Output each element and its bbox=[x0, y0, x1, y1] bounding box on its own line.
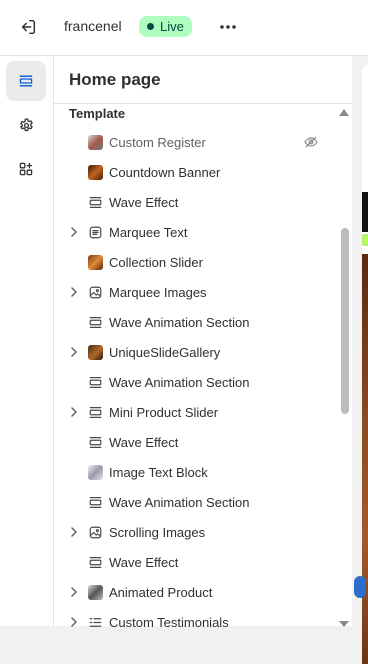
section-item-label: Marquee Text bbox=[109, 225, 188, 240]
section-item-label: Wave Animation Section bbox=[109, 375, 250, 390]
section-item-wave-animation-section[interactable]: Wave Animation Section bbox=[54, 307, 339, 337]
image-thumbnail-icon bbox=[87, 164, 103, 180]
section-item-countdown-banner[interactable]: Countdown Banner bbox=[54, 157, 339, 187]
eye-off-icon[interactable] bbox=[302, 133, 320, 151]
image-thumbnail-icon bbox=[87, 584, 103, 600]
section-item-wave-effect[interactable]: Wave Effect bbox=[54, 547, 339, 577]
section-item-label: Wave Effect bbox=[109, 435, 179, 450]
divider bbox=[54, 103, 352, 104]
chevron-right-icon[interactable] bbox=[68, 406, 80, 418]
exit-button[interactable] bbox=[16, 15, 40, 39]
preview-frame bbox=[362, 64, 368, 664]
image-thumbnail-icon bbox=[87, 344, 103, 360]
scrollbar-thumb[interactable] bbox=[341, 228, 349, 414]
page-title: Home page bbox=[69, 70, 161, 89]
section-icon bbox=[87, 494, 103, 510]
chevron-right-icon[interactable] bbox=[68, 286, 80, 298]
section-item-custom-testimonials[interactable]: Custom Testimonials bbox=[54, 607, 339, 637]
live-dot-icon bbox=[147, 23, 154, 30]
rail-theme-settings-button[interactable] bbox=[6, 105, 46, 145]
preview-floating-button[interactable] bbox=[354, 576, 366, 598]
image-icon bbox=[87, 524, 103, 540]
list-icon bbox=[87, 614, 103, 630]
apps-icon bbox=[19, 162, 33, 176]
section-item-label: Mini Product Slider bbox=[109, 405, 219, 420]
image-thumbnail-icon bbox=[87, 464, 103, 480]
image-icon bbox=[87, 284, 103, 300]
section-item-wave-animation-section[interactable]: Wave Animation Section bbox=[54, 367, 339, 397]
section-item-label: UniqueSlideGallery bbox=[109, 345, 221, 360]
section-item-label: Wave Effect bbox=[109, 195, 179, 210]
status-badge-label: Live bbox=[160, 19, 184, 34]
section-item-label: Custom Register bbox=[109, 135, 206, 150]
section-item-wave-effect[interactable]: Wave Effect bbox=[54, 427, 339, 457]
section-item-label: Animated Product bbox=[109, 585, 213, 600]
section-item-marquee-images[interactable]: Marquee Images bbox=[54, 277, 339, 307]
chevron-right-icon[interactable] bbox=[68, 616, 80, 628]
section-item-mini-product-slider[interactable]: Mini Product Slider bbox=[54, 397, 339, 427]
section-item-label: Scrolling Images bbox=[109, 525, 206, 540]
sections-panel: Home page Template Custom Register Count… bbox=[54, 56, 352, 630]
section-item-wave-effect[interactable]: Wave Effect bbox=[54, 187, 339, 217]
section-item-custom-register[interactable]: Custom Register bbox=[54, 127, 339, 157]
store-name[interactable]: francenel bbox=[64, 18, 122, 34]
section-item-label: Wave Animation Section bbox=[109, 495, 250, 510]
chevron-right-icon[interactable] bbox=[68, 226, 80, 238]
status-badge: Live bbox=[139, 16, 192, 37]
scroll-down-arrow-icon[interactable] bbox=[339, 621, 349, 627]
section-item-label: Wave Animation Section bbox=[109, 315, 250, 330]
chevron-right-icon[interactable] bbox=[68, 586, 80, 598]
section-item-label: Marquee Images bbox=[109, 285, 207, 300]
section-item-marquee-text[interactable]: Marquee Text bbox=[54, 217, 339, 247]
text-block-icon bbox=[87, 224, 103, 240]
section-icon bbox=[87, 314, 103, 330]
exit-icon bbox=[21, 19, 36, 35]
section-item-label: Wave Effect bbox=[109, 555, 179, 570]
section-icon bbox=[87, 434, 103, 450]
section-icon bbox=[87, 404, 103, 420]
storefront-preview[interactable] bbox=[352, 56, 368, 664]
chevron-right-icon[interactable] bbox=[68, 346, 80, 358]
section-item-label: Custom Testimonials bbox=[109, 615, 229, 630]
section-item-label: Image Text Block bbox=[109, 465, 208, 480]
gear-icon bbox=[19, 117, 33, 131]
chevron-right-icon[interactable] bbox=[68, 526, 80, 538]
more-actions-button[interactable] bbox=[214, 14, 242, 40]
preview-banner bbox=[362, 192, 368, 232]
rail-app-embeds-button[interactable] bbox=[6, 149, 46, 189]
image-thumbnail-icon bbox=[87, 254, 103, 270]
section-icon bbox=[87, 374, 103, 390]
scroll-up-arrow-icon[interactable] bbox=[339, 109, 349, 116]
section-icon bbox=[87, 554, 103, 570]
section-item-label: Countdown Banner bbox=[109, 165, 221, 180]
sections-icon bbox=[19, 75, 33, 87]
section-item-image-text-block[interactable]: Image Text Block bbox=[54, 457, 339, 487]
top-bar: francenel Live bbox=[0, 0, 368, 56]
section-item-label: Collection Slider bbox=[109, 255, 203, 270]
rail-sections-button[interactable] bbox=[6, 61, 46, 101]
section-item-scrolling-images[interactable]: Scrolling Images bbox=[54, 517, 339, 547]
image-thumbnail-icon bbox=[87, 134, 103, 150]
section-item-collection-slider[interactable]: Collection Slider bbox=[54, 247, 339, 277]
section-item-unique-slide-gallery[interactable]: UniqueSlideGallery bbox=[54, 337, 339, 367]
template-section-header[interactable]: Template bbox=[69, 106, 125, 121]
section-icon bbox=[87, 194, 103, 210]
section-item-animated-product[interactable]: Animated Product bbox=[54, 577, 339, 607]
preview-marquee bbox=[362, 234, 368, 246]
side-rail bbox=[0, 56, 54, 626]
more-horizontal-icon bbox=[220, 25, 236, 29]
preview-image bbox=[362, 254, 368, 664]
section-item-wave-animation-section[interactable]: Wave Animation Section bbox=[54, 487, 339, 517]
